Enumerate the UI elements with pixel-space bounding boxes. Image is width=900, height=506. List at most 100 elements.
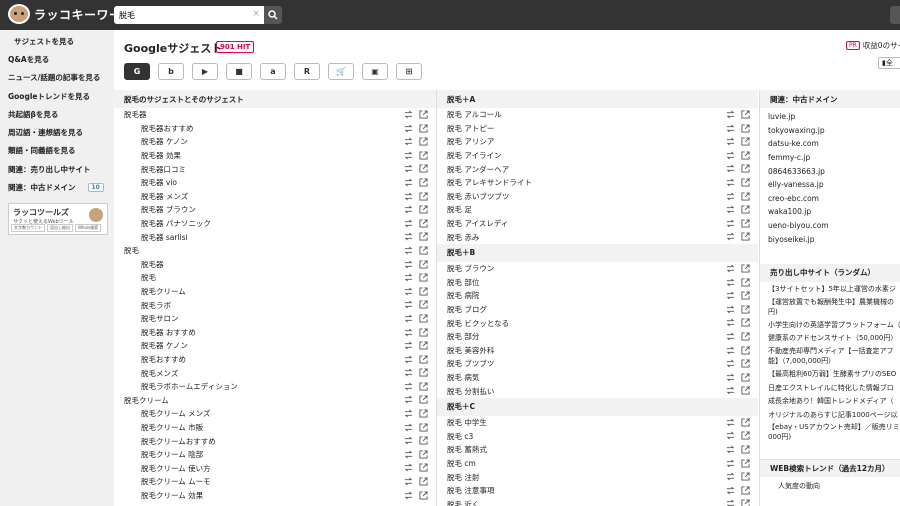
sale-site-link[interactable]: 【運営放置でも報酬発生中】農業機械の 円) [760,296,900,318]
sidebar-item-news[interactable]: ニュース/話題の記事を見る [0,69,114,87]
suggest-keyword[interactable]: 脱毛器 ケノン [141,340,188,351]
swap-icon[interactable] [404,205,413,214]
swap-icon[interactable] [404,328,413,337]
suggest-keyword[interactable]: 脱毛 分割払い [447,386,494,397]
suggest-keyword[interactable]: 脱毛 注意事項 [447,485,494,496]
external-link-icon[interactable] [741,386,750,395]
swap-icon[interactable] [726,332,735,341]
swap-icon[interactable] [726,445,735,454]
sale-site-link[interactable]: 小学生向けの英語学習プラットフォーム（ [760,318,900,332]
swap-icon[interactable] [404,423,413,432]
external-link-icon[interactable] [741,232,750,241]
suggest-keyword[interactable]: 脱毛 中学生 [447,417,487,428]
suggest-keyword[interactable]: 脱毛クリーム 陰部 [141,449,203,460]
swap-icon[interactable] [404,178,413,187]
suggest-row[interactable]: 脱毛 美容外科 [437,344,758,358]
suggest-keyword[interactable]: 脱毛 病院 [447,290,479,301]
swap-icon[interactable] [726,318,735,327]
suggest-row[interactable]: 脱毛 病気 [437,371,758,385]
external-link-icon[interactable] [419,259,428,269]
swap-icon[interactable] [726,278,735,287]
external-link-icon[interactable] [419,192,428,201]
suggest-row[interactable]: 脱毛器 メンズ [114,190,436,204]
suggest-keyword[interactable]: 脱毛 近く [447,499,479,506]
swap-icon[interactable] [404,151,413,160]
domain-link[interactable]: luvie.jp [760,110,900,124]
domain-link[interactable]: elly-vanessa.jp [760,178,900,192]
external-link-icon[interactable] [419,327,428,337]
suggest-keyword[interactable]: 脱毛 [124,245,139,256]
suggest-row[interactable]: 脱毛 アトピー [437,122,758,136]
sale-site-link[interactable]: オリジナルのあらすじ記事1000ページ以 [760,408,900,422]
suggest-keyword[interactable]: 脱毛クリーム [141,286,186,297]
suggest-keyword[interactable]: 脱毛クリーム ムーモ [141,476,211,487]
swap-icon[interactable] [404,314,413,323]
search-input[interactable] [114,6,244,24]
suggest-row[interactable]: 脱毛 赤み [437,230,758,244]
swap-icon[interactable] [404,300,413,309]
suggest-row[interactable]: 脱毛 ブログ [437,303,758,317]
swap-icon[interactable] [404,477,413,486]
external-link-icon[interactable] [419,124,428,133]
external-link-icon[interactable] [419,450,428,459]
external-link-icon[interactable] [741,178,750,187]
engine-tab-google[interactable]: G [124,63,150,80]
suggest-keyword[interactable]: 脱毛クリームおすすめ [141,436,216,447]
suggest-keyword[interactable]: 脱毛器 [124,109,147,120]
suggest-row[interactable]: 脱毛クリーム 陰部 [114,448,436,462]
suggest-row[interactable]: 脱毛器 効果 [114,149,436,163]
engine-tab-cart[interactable]: 🛒 [328,63,354,80]
engine-tab-app[interactable]: ⊞ [396,63,422,80]
swap-icon[interactable] [726,219,735,228]
suggest-row[interactable]: 脱毛 ビクッとなる [437,316,758,330]
clear-icon[interactable]: × [252,9,260,19]
suggest-row[interactable]: 脱毛ラボホームエディション [114,380,436,394]
swap-icon[interactable] [726,472,735,481]
suggest-keyword[interactable]: 脱毛 ブツブツ [447,358,494,369]
suggest-keyword[interactable]: 脱毛クリーム 市販 [141,422,203,433]
external-link-icon[interactable] [741,472,750,481]
suggest-row[interactable]: 脱毛 c3 [437,429,758,443]
suggest-keyword[interactable]: 脱毛 病気 [447,372,479,383]
sidebar-item-qa[interactable]: Q&Aを見る [0,50,114,68]
external-link-icon[interactable] [419,491,428,500]
suggest-row[interactable]: 脱毛器 ブラウン [114,203,436,217]
sidebar-item-sites-for-sale[interactable]: 関連：売り出し中サイト [0,160,114,178]
suggest-keyword[interactable]: 脱毛器 パナソニック [141,218,211,229]
suggest-keyword[interactable]: 脱毛 c3 [447,431,473,442]
suggest-row[interactable]: 脱毛器 ケノン [114,339,436,353]
suggest-row[interactable]: 脱毛クリーム ムーモ [114,475,436,489]
swap-icon[interactable] [404,341,413,350]
domain-link[interactable]: ueno-biyou.com [760,219,900,233]
sale-site-link[interactable]: 不動産売却専門メディア【一括査定アフ 能】（7,000,000円） [760,345,900,367]
suggest-keyword[interactable]: 脱毛器 ケノン [141,136,188,147]
external-link-icon[interactable] [741,277,750,287]
suggest-keyword[interactable]: 脱毛器 効果 [141,150,181,161]
suggest-keyword[interactable]: 脱毛器口コミ [141,164,186,175]
swap-icon[interactable] [404,110,413,119]
sale-site-link[interactable]: 【最高粗利60万弱】生酵素サプリのSEO [760,367,900,381]
suggest-row[interactable]: 脱毛 近く [437,497,758,506]
suggest-keyword[interactable]: 脱毛器おすすめ [141,123,194,134]
external-link-icon[interactable] [419,164,428,173]
copy-all-button[interactable]: ▮全 [878,57,900,69]
swap-icon[interactable] [726,418,735,427]
suggest-row[interactable]: 脱毛ラボ [114,298,436,312]
suggest-keyword[interactable]: 脱毛 美容外科 [447,345,494,356]
search-button[interactable] [264,6,282,24]
engine-tab-bing[interactable]: b [158,63,184,80]
suggest-keyword[interactable]: 脱毛 アレキサンドライト [447,177,532,188]
suggest-row[interactable]: 脱毛おすすめ [114,353,436,367]
suggest-row[interactable]: 脱毛 赤いブツブツ [437,190,758,204]
swap-icon[interactable] [726,178,735,187]
external-link-icon[interactable] [419,137,428,146]
swap-icon[interactable] [726,486,735,495]
suggest-keyword[interactable]: 脱毛 cm [447,458,476,469]
external-link-icon[interactable] [741,151,750,160]
swap-icon[interactable] [404,491,413,500]
rakko-tools-banner[interactable]: ラッコツールズ サクッと使えるWebツール 文字数カウント 見出し抽出 Whoi… [8,202,108,235]
swap-icon[interactable] [404,273,413,282]
external-link-icon[interactable] [419,382,428,391]
suggest-keyword[interactable]: 脱毛サロン [141,313,179,324]
suggest-row[interactable]: 脱毛 足 [437,203,758,217]
